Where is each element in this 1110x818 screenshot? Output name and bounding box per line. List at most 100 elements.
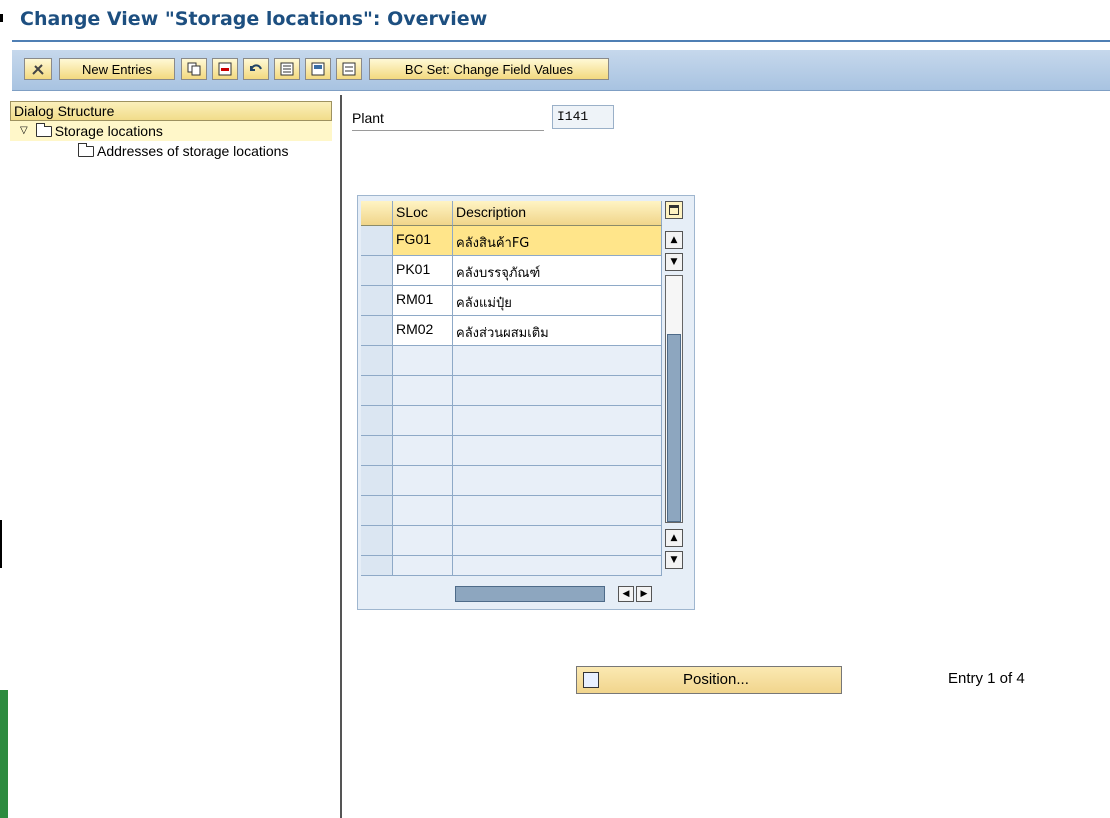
sloc-cell[interactable]: RM02 [393,316,453,346]
description-cell[interactable] [453,346,662,376]
column-header-description[interactable]: Description [453,201,662,226]
position-button-label: Position... [683,671,749,688]
sloc-cell[interactable] [393,526,453,556]
sloc-cell[interactable] [393,436,453,466]
row-selector[interactable] [361,496,393,526]
row-selector[interactable] [361,406,393,436]
position-button[interactable]: Position... [576,666,842,694]
folder-icon [78,142,94,157]
deselect-all-button[interactable] [336,58,362,80]
scroll-down-bottom-button[interactable]: ▼ [665,551,683,569]
sloc-cell[interactable] [393,556,453,576]
deselect-all-icon [342,62,356,76]
row-selector[interactable] [361,226,393,256]
plant-field: I141 [552,105,614,129]
tree-item-label: Storage locations [54,123,163,139]
scroll-left-button[interactable]: ◀ [618,586,634,602]
bc-set-change-field-values-button[interactable]: BC Set: Change Field Values [369,58,609,80]
undo-icon [250,64,262,71]
scroll-down-button[interactable]: ▼ [665,253,683,271]
row-selector[interactable] [361,286,393,316]
entry-counter: Entry 1 of 4 [948,670,1025,687]
sloc-cell[interactable] [393,406,453,436]
undo-button[interactable] [243,58,269,80]
table-row[interactable] [361,496,662,526]
table-row[interactable]: RM01 คลังแม่ปุ๋ย [361,286,662,316]
title-tick [0,14,3,22]
sloc-cell[interactable]: RM01 [393,286,453,316]
delete-button[interactable] [212,58,238,80]
table-row[interactable]: RM02 คลังส่วนผสมเติม [361,316,662,346]
left-side-bar [0,690,8,818]
row-selector[interactable] [361,316,393,346]
description-cell[interactable] [453,496,662,526]
dialog-structure-panel: Dialog Structure ▽ Storage locations Add… [10,95,342,818]
page-title: Change View "Storage locations": Overvie… [20,8,488,30]
plant-label: Plant [352,110,384,126]
table-row[interactable] [361,376,662,406]
left-side-tick [0,520,2,568]
description-cell[interactable] [453,466,662,496]
table-row[interactable]: FG01 คลังสินค้าFG [361,226,662,256]
sloc-cell[interactable] [393,346,453,376]
description-cell[interactable]: คลังบรรจุภัณฑ์ [453,256,662,286]
sloc-cell[interactable] [393,376,453,406]
row-selector[interactable] [361,376,393,406]
sloc-cell[interactable] [393,496,453,526]
sloc-cell[interactable] [393,466,453,496]
tree-item-label: Addresses of storage locations [97,143,289,159]
select-block-button[interactable] [305,58,331,80]
table-header-row: SLoc Description [361,201,662,226]
title-divider [12,40,1110,42]
tree-item-storage-locations[interactable]: ▽ Storage locations [10,121,332,141]
application-toolbar: New Entries BC Set: Change Field Values [12,50,1110,91]
column-settings-button[interactable] [665,201,683,219]
description-cell[interactable] [453,436,662,466]
scroll-thumb[interactable] [667,334,681,522]
display-change-icon [32,64,44,75]
scroll-right-button[interactable]: ▶ [636,586,652,602]
row-selector[interactable] [361,526,393,556]
table-row[interactable]: PK01 คลังบรรจุภัณฑ์ [361,256,662,286]
description-cell[interactable] [453,556,662,576]
horizontal-scrollbar[interactable]: ◀ ▶ [455,586,665,602]
scroll-track[interactable] [665,275,683,523]
open-folder-icon [35,122,52,137]
copy-button[interactable] [181,58,207,80]
row-selector[interactable] [361,256,393,286]
description-cell[interactable]: คลังสินค้าFG [453,226,662,256]
row-selector[interactable] [361,466,393,496]
select-all-icon [280,62,294,76]
table-row[interactable] [361,556,662,576]
tree-item-addresses-of-storage-locations[interactable]: Addresses of storage locations [78,141,336,161]
dialog-structure-header: Dialog Structure [10,101,332,121]
delete-icon [218,62,232,76]
table-row[interactable] [361,526,662,556]
sloc-cell[interactable]: FG01 [393,226,453,256]
column-header-sloc[interactable]: SLoc [393,201,453,226]
row-selector[interactable] [361,556,393,576]
new-entries-button[interactable]: New Entries [59,58,175,80]
row-selector[interactable] [361,346,393,376]
display-change-button[interactable] [24,58,52,80]
select-all-rows-cell[interactable] [361,201,393,226]
description-cell[interactable]: คลังส่วนผสมเติม [453,316,662,346]
horizontal-scroll-thumb[interactable] [455,586,605,602]
description-cell[interactable] [453,526,662,556]
scroll-up-button[interactable]: ▲ [665,231,683,249]
description-cell[interactable]: คลังแม่ปุ๋ย [453,286,662,316]
table-row[interactable] [361,406,662,436]
plant-label-underline [352,130,544,131]
row-selector[interactable] [361,436,393,466]
vertical-scrollbar[interactable]: ▲ ▼ ▲ ▼ [665,231,683,577]
description-cell[interactable] [453,406,662,436]
select-all-button[interactable] [274,58,300,80]
description-cell[interactable] [453,376,662,406]
sloc-cell[interactable]: PK01 [393,256,453,286]
table-row[interactable] [361,436,662,466]
position-icon [583,672,599,688]
table-row[interactable] [361,466,662,496]
expand-triangle-icon[interactable]: ▽ [20,121,28,141]
table-row[interactable] [361,346,662,376]
scroll-up-bottom-button[interactable]: ▲ [665,529,683,547]
